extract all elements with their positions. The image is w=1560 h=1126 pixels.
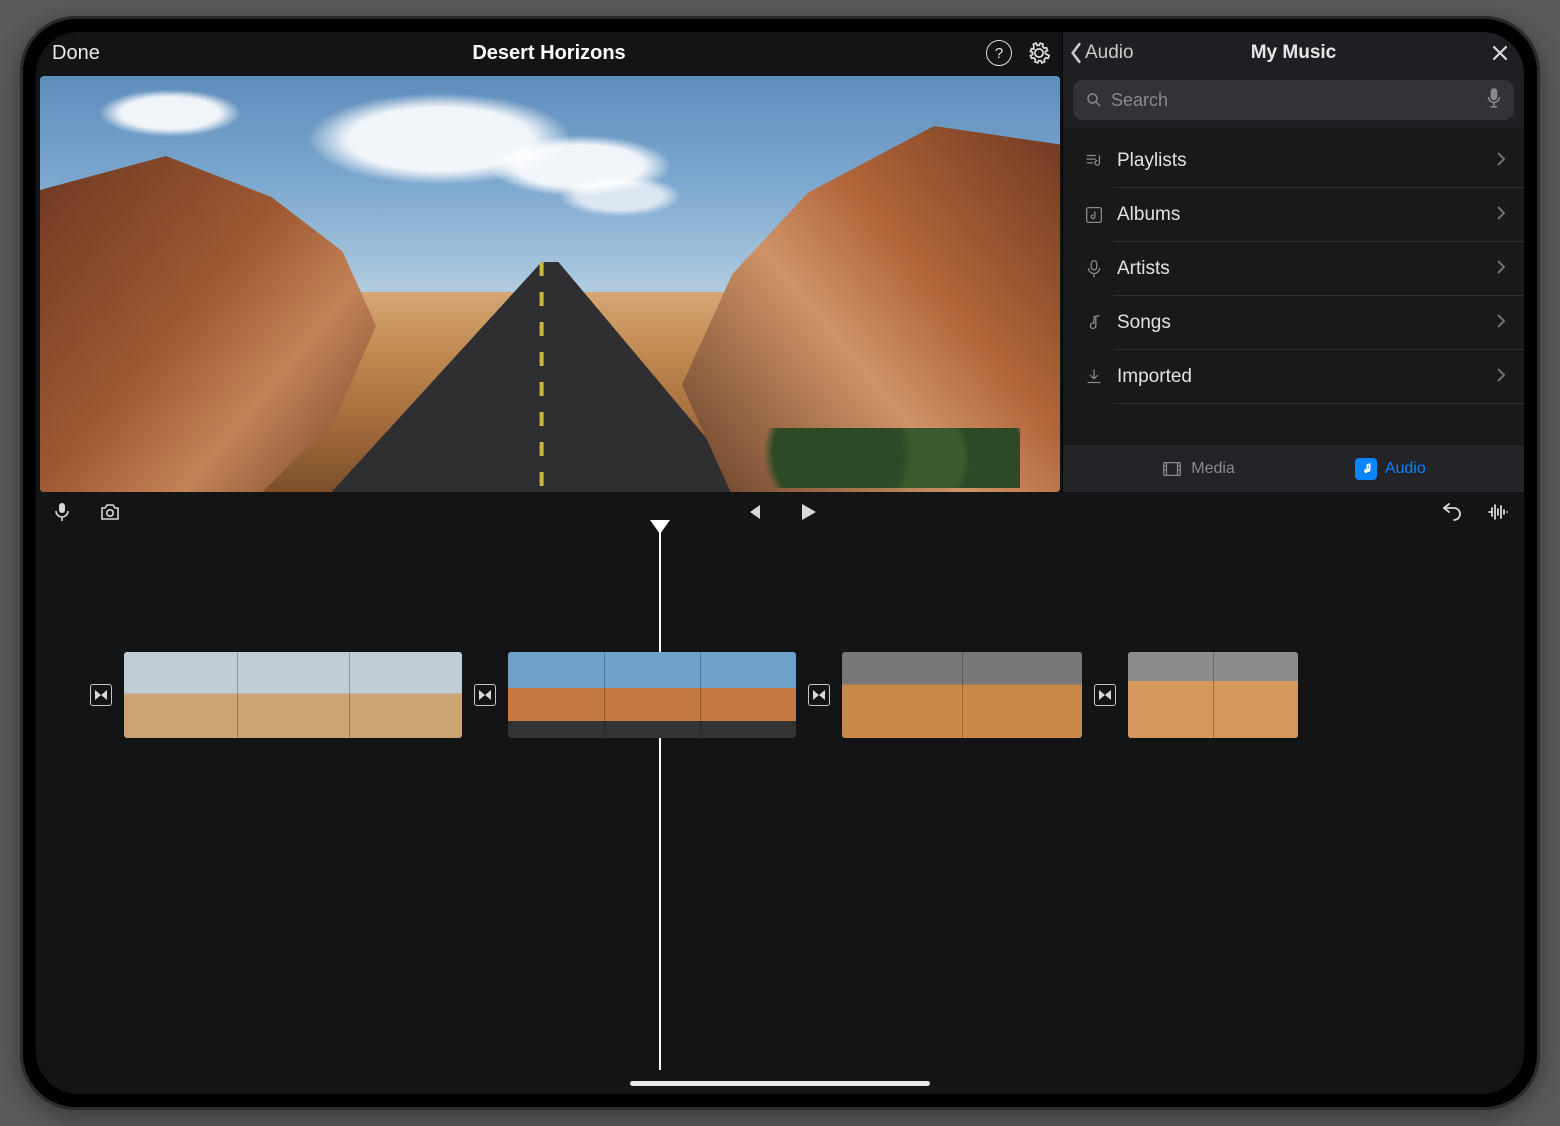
row-artists[interactable]: Artists (1063, 242, 1524, 296)
row-label: Imported (1117, 366, 1496, 388)
filmstrip-icon (1161, 458, 1183, 480)
close-icon (1490, 43, 1510, 63)
undo-icon (1440, 500, 1464, 524)
camera-button[interactable] (98, 500, 122, 524)
upper-pane: Done Desert Horizons ? (36, 32, 1524, 492)
music-category-list[interactable]: Playlists Albums Artists (1063, 128, 1524, 444)
panel-title: My Music (1251, 42, 1337, 64)
help-icon: ? (986, 40, 1012, 66)
timeline-scroll-area[interactable] (36, 532, 1524, 1094)
playlist-icon (1077, 150, 1111, 172)
dictation-button[interactable] (1486, 87, 1502, 114)
home-indicator[interactable] (630, 1081, 930, 1086)
music-note-icon (1355, 458, 1377, 480)
transition-button[interactable] (474, 684, 496, 706)
chevron-right-icon (1496, 367, 1506, 388)
ipad-frame: Done Desert Horizons ? (20, 16, 1540, 1110)
video-preview[interactable] (40, 76, 1060, 492)
search-icon (1085, 91, 1103, 109)
app-screen: Done Desert Horizons ? (36, 32, 1524, 1094)
imported-icon (1077, 366, 1111, 388)
media-browser-panel: Audio My Music Search (1062, 32, 1524, 492)
project-title: Desert Horizons (472, 42, 625, 65)
waveform-icon (1486, 500, 1510, 524)
audio-waveform-button[interactable] (1486, 500, 1510, 524)
camera-icon (98, 500, 122, 524)
panel-header: Audio My Music (1063, 32, 1524, 74)
artist-icon (1077, 258, 1111, 280)
skip-back-icon (741, 500, 765, 524)
settings-button[interactable] (1026, 40, 1052, 66)
row-songs[interactable]: Songs (1063, 296, 1524, 350)
microphone-icon (1486, 87, 1502, 109)
row-label: Albums (1117, 204, 1496, 226)
help-button[interactable]: ? (986, 40, 1012, 66)
undo-button[interactable] (1440, 500, 1464, 524)
back-button[interactable]: Audio (1069, 42, 1134, 64)
row-playlists[interactable]: Playlists (1063, 134, 1524, 188)
timeline-pane (36, 492, 1524, 1094)
record-voiceover-button[interactable] (50, 500, 74, 524)
search-container: Search (1063, 74, 1524, 128)
row-label: Songs (1117, 312, 1496, 334)
timeline-clip[interactable] (124, 652, 462, 738)
timeline-clip[interactable] (508, 652, 796, 738)
timeline-clip[interactable] (1128, 652, 1298, 738)
search-placeholder: Search (1111, 90, 1486, 111)
project-toolbar: Done Desert Horizons ? (36, 32, 1062, 74)
play-button[interactable] (795, 500, 819, 524)
microphone-icon (50, 500, 74, 524)
timeline-toolbar (36, 492, 1524, 532)
chevron-right-icon (1496, 205, 1506, 226)
play-icon (795, 500, 819, 524)
transition-button[interactable] (808, 684, 830, 706)
row-label: Artists (1117, 258, 1496, 280)
row-albums[interactable]: Albums (1063, 188, 1524, 242)
close-panel-button[interactable] (1490, 43, 1510, 63)
transition-button[interactable] (90, 684, 112, 706)
project-right-controls: ? (986, 40, 1052, 66)
row-imported[interactable]: Imported (1063, 350, 1524, 404)
timeline-clip[interactable] (842, 652, 1082, 738)
chevron-right-icon (1496, 151, 1506, 172)
skip-back-button[interactable] (741, 500, 765, 524)
search-input[interactable]: Search (1073, 80, 1514, 120)
gear-icon (1026, 40, 1052, 66)
tab-audio[interactable]: Audio (1355, 458, 1426, 480)
album-icon (1077, 204, 1111, 226)
tab-label: Media (1191, 460, 1235, 478)
clip-track[interactable] (96, 652, 1524, 738)
tab-label: Audio (1385, 460, 1426, 478)
back-label: Audio (1085, 42, 1134, 64)
chevron-right-icon (1496, 313, 1506, 334)
row-label: Playlists (1117, 150, 1496, 172)
chevron-right-icon (1496, 259, 1506, 280)
playhead[interactable] (659, 532, 661, 1070)
transition-button[interactable] (1094, 684, 1116, 706)
panel-tab-bar: Media Audio (1063, 444, 1524, 492)
tab-media[interactable]: Media (1161, 458, 1235, 480)
chevron-left-icon (1069, 42, 1083, 64)
preview-column: Done Desert Horizons ? (36, 32, 1062, 492)
songs-icon (1077, 312, 1111, 334)
done-button[interactable]: Done (52, 42, 100, 65)
